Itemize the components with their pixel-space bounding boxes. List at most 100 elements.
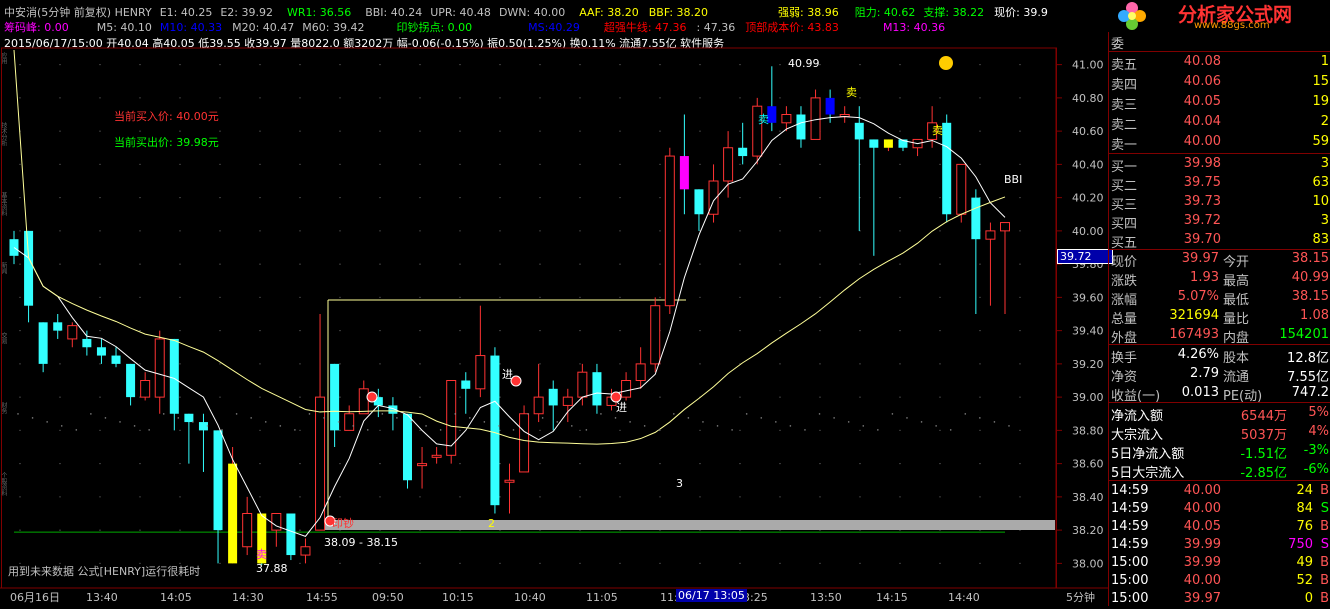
grid-dot (339, 163, 341, 165)
stat-value: 12.8亿 (1287, 351, 1329, 366)
grid-dot (379, 230, 381, 232)
x-tick-label: 14:55 (306, 591, 338, 604)
candle-body (344, 413, 355, 431)
grid-dot (299, 130, 301, 132)
grid-dot (1019, 97, 1021, 99)
tick-direction: B (1320, 483, 1329, 498)
candle-body (38, 322, 48, 364)
grid-dot (459, 263, 461, 265)
grid-dot (539, 496, 541, 498)
trend-dot (31, 417, 34, 419)
candle-body (781, 114, 792, 124)
grid-dot (99, 64, 101, 66)
grid-dot (779, 330, 781, 332)
left-tab-3[interactable]: 新闻 (0, 262, 7, 328)
trend-dot (993, 421, 996, 423)
candle-body (679, 156, 689, 190)
trend-dot (323, 417, 325, 419)
left-tab-6[interactable]: 个股资料 (0, 472, 7, 538)
trend-dot (804, 429, 806, 431)
current-sell-price: 当前买出价: 39.98元 (114, 136, 219, 149)
ask-price: 40.06 (1183, 74, 1221, 89)
trend-dot (556, 421, 559, 423)
grid-dot (139, 197, 141, 199)
grid-dot (219, 363, 221, 365)
grid-dot (459, 496, 461, 498)
left-tab-2[interactable]: 基本资料 (0, 192, 7, 258)
trend-dot (119, 421, 121, 423)
candle-body (431, 454, 442, 458)
x-tick-label: 11:05 (586, 591, 618, 604)
trend-dot (133, 425, 136, 427)
stat-row: 净资 2.79 流通 7.55亿 (1109, 365, 1330, 385)
flow-label: 净流入额 (1111, 409, 1164, 424)
ask-label: 卖五 (1111, 58, 1138, 73)
trend-dot (264, 421, 267, 423)
candle-body (723, 147, 734, 182)
grid-dot (259, 97, 261, 99)
signal-marker-icon (366, 391, 378, 403)
grid-dot (1019, 230, 1021, 232)
grid-dot (899, 363, 901, 365)
grid-dot (979, 363, 981, 365)
grid-dot (659, 64, 661, 66)
grid-dot (779, 363, 781, 365)
grid-dot (539, 64, 541, 66)
bid-volume: 3 (1320, 213, 1329, 228)
trend-dot (148, 429, 150, 431)
grid-dot (259, 263, 261, 265)
grid-dot (899, 130, 901, 132)
y-tick-label: 40.80 (1072, 92, 1104, 105)
left-tab-4[interactable]: 交易 (0, 332, 7, 398)
left-tab-5[interactable]: 财务 (0, 402, 7, 468)
grid-dot (259, 230, 261, 232)
grid-dot (99, 463, 101, 465)
tick-volume: 24 (1296, 483, 1313, 498)
grid-dot (379, 562, 381, 564)
sell-signal-2: 卖 (846, 86, 857, 99)
flower-icon (1118, 2, 1146, 30)
flow-value: -1.51亿 (1240, 447, 1287, 462)
stat-label: 最低 (1223, 293, 1250, 308)
left-tab-1[interactable]: 技术分析 (0, 122, 7, 188)
y-tick-label: 39.60 (1072, 291, 1104, 304)
left-tab-0[interactable]: 应用 (0, 52, 7, 118)
candle-body (67, 325, 78, 340)
quote-separator (1109, 402, 1330, 403)
grid-dot (499, 97, 501, 99)
grid-dot (459, 463, 461, 465)
candle-body (461, 380, 471, 389)
stat-label: 总量 (1111, 312, 1138, 327)
grid-dot (819, 296, 821, 298)
quote-separator (1109, 344, 1330, 345)
grid-dot (859, 429, 861, 431)
ask-row: 卖三 40.05 19 (1109, 93, 1330, 113)
grid-dot (59, 529, 61, 531)
tick-row: 14:59 40.00 84 S (1109, 500, 1330, 519)
grid-dot (779, 197, 781, 199)
trend-dot (789, 425, 792, 427)
trend-dot (964, 413, 967, 415)
grid-dot (19, 529, 21, 531)
grid-dot (19, 97, 21, 99)
grid-dot (299, 429, 301, 431)
trend-dot (731, 429, 733, 431)
grid-dot (219, 163, 221, 165)
bid-label: 买一 (1111, 160, 1138, 175)
grid-dot (339, 429, 341, 431)
grid-dot (819, 263, 821, 265)
trend-dot (891, 413, 894, 415)
grid-dot (339, 130, 341, 132)
grid-dot (1019, 429, 1021, 431)
grid-dot (619, 130, 621, 132)
grid-dot (859, 396, 861, 398)
grid-dot (179, 130, 181, 132)
x-tick-label: 09:50 (372, 591, 404, 604)
grid-dot (99, 230, 101, 232)
grid-dot (219, 97, 221, 99)
grid-dot (179, 97, 181, 99)
candle-body (490, 355, 500, 506)
grid-dot (259, 296, 261, 298)
grid-dot (859, 562, 861, 564)
tick-time: 15:00 (1111, 555, 1149, 570)
